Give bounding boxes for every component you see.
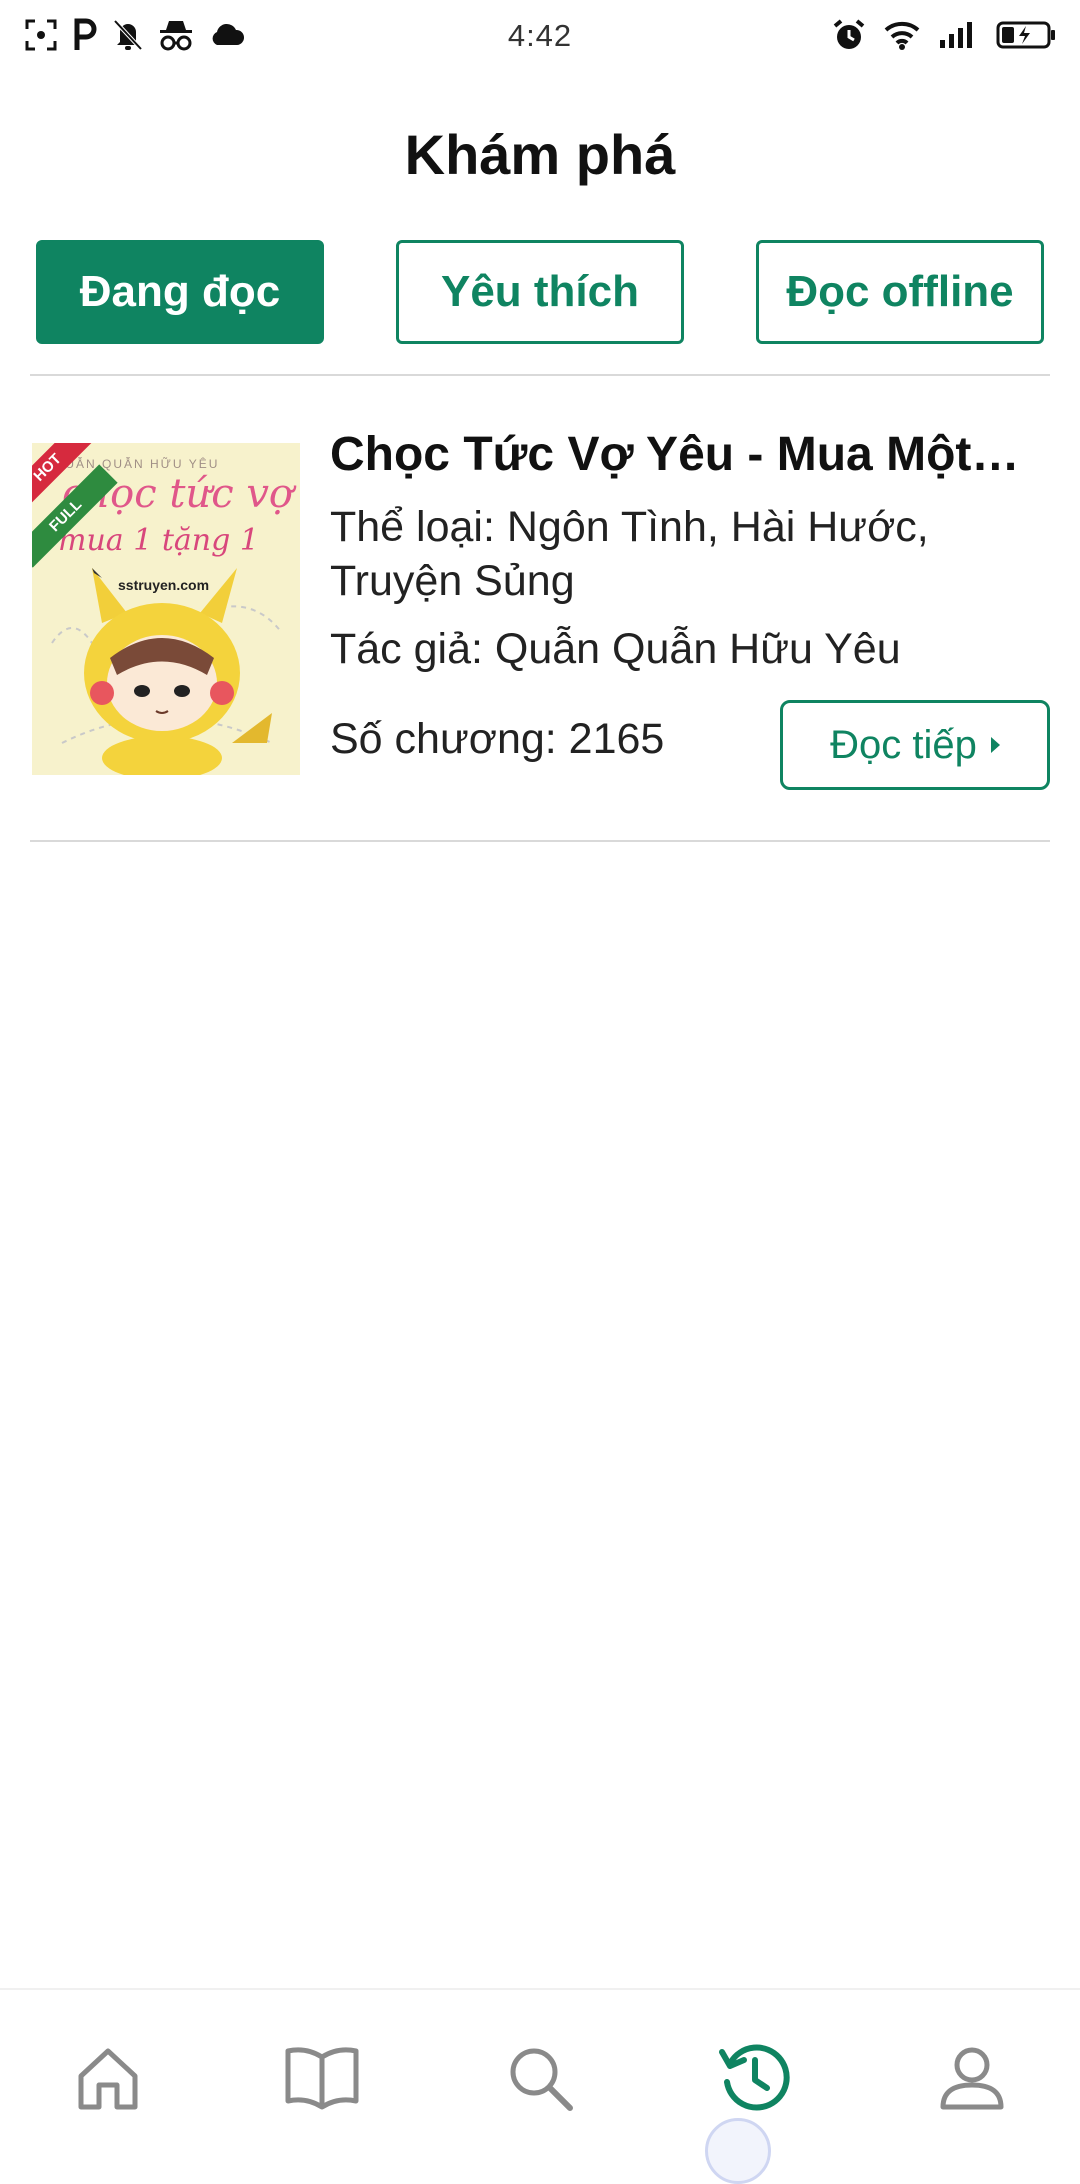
status-bar: 4:42 [0,0,1080,78]
touch-ripple [705,2118,771,2184]
profile-icon [937,2043,1007,2118]
page-title: Khám phá [404,123,676,186]
cover-author-text: QUẪN QUẪN HỮU YÊU [54,457,220,471]
wifi-icon [884,20,920,50]
alarm-icon [832,18,866,52]
book-author: Tác giả: Quẫn Quẫn Hữu Yêu [330,625,901,673]
divider-bottom [30,840,1050,842]
bottom-navigation [0,1988,1080,2160]
book-cover-image[interactable]: QUẪN QUẪN HỮU YÊU chọc tức vợ yêu mua 1 … [32,443,300,775]
battery-charging-icon [996,20,1056,50]
book-list-item[interactable]: QUẪN QUẪN HỮU YÊU chọc tức vợ yêu mua 1 … [30,405,1050,825]
book-chapter-count: Số chương: 2165 [330,715,665,763]
nav-library[interactable] [272,2030,372,2130]
continue-reading-label: Đọc tiếp [830,722,977,767]
history-icon [717,2040,793,2121]
status-right-icons [832,18,1056,52]
tab-reading[interactable]: Đang đọc [36,240,324,344]
cover-site-text: sstruyen.com [118,577,210,593]
nav-home[interactable] [58,2030,158,2130]
nav-profile[interactable] [922,2030,1022,2130]
book-icon [282,2043,362,2118]
nav-search[interactable] [490,2030,590,2130]
book-title[interactable]: Chọc Tức Vợ Yêu - Mua Một Tặng Một [330,427,1030,482]
continue-reading-button[interactable]: Đọc tiếp [780,700,1050,790]
cover-title-line2: mua 1 tặng 1 [58,523,259,558]
book-genre: Thể loại: Ngôn Tình, Hài Hước, Truyện Sủ… [330,503,929,605]
tab-favorites[interactable]: Yêu thích [396,240,684,344]
caret-right-icon [990,737,1000,753]
tab-offline[interactable]: Đọc offline [756,240,1044,344]
search-icon [504,2042,576,2119]
divider-top [30,374,1050,376]
home-icon [73,2043,143,2118]
nav-history[interactable] [705,2030,805,2130]
signal-icon [938,20,978,50]
